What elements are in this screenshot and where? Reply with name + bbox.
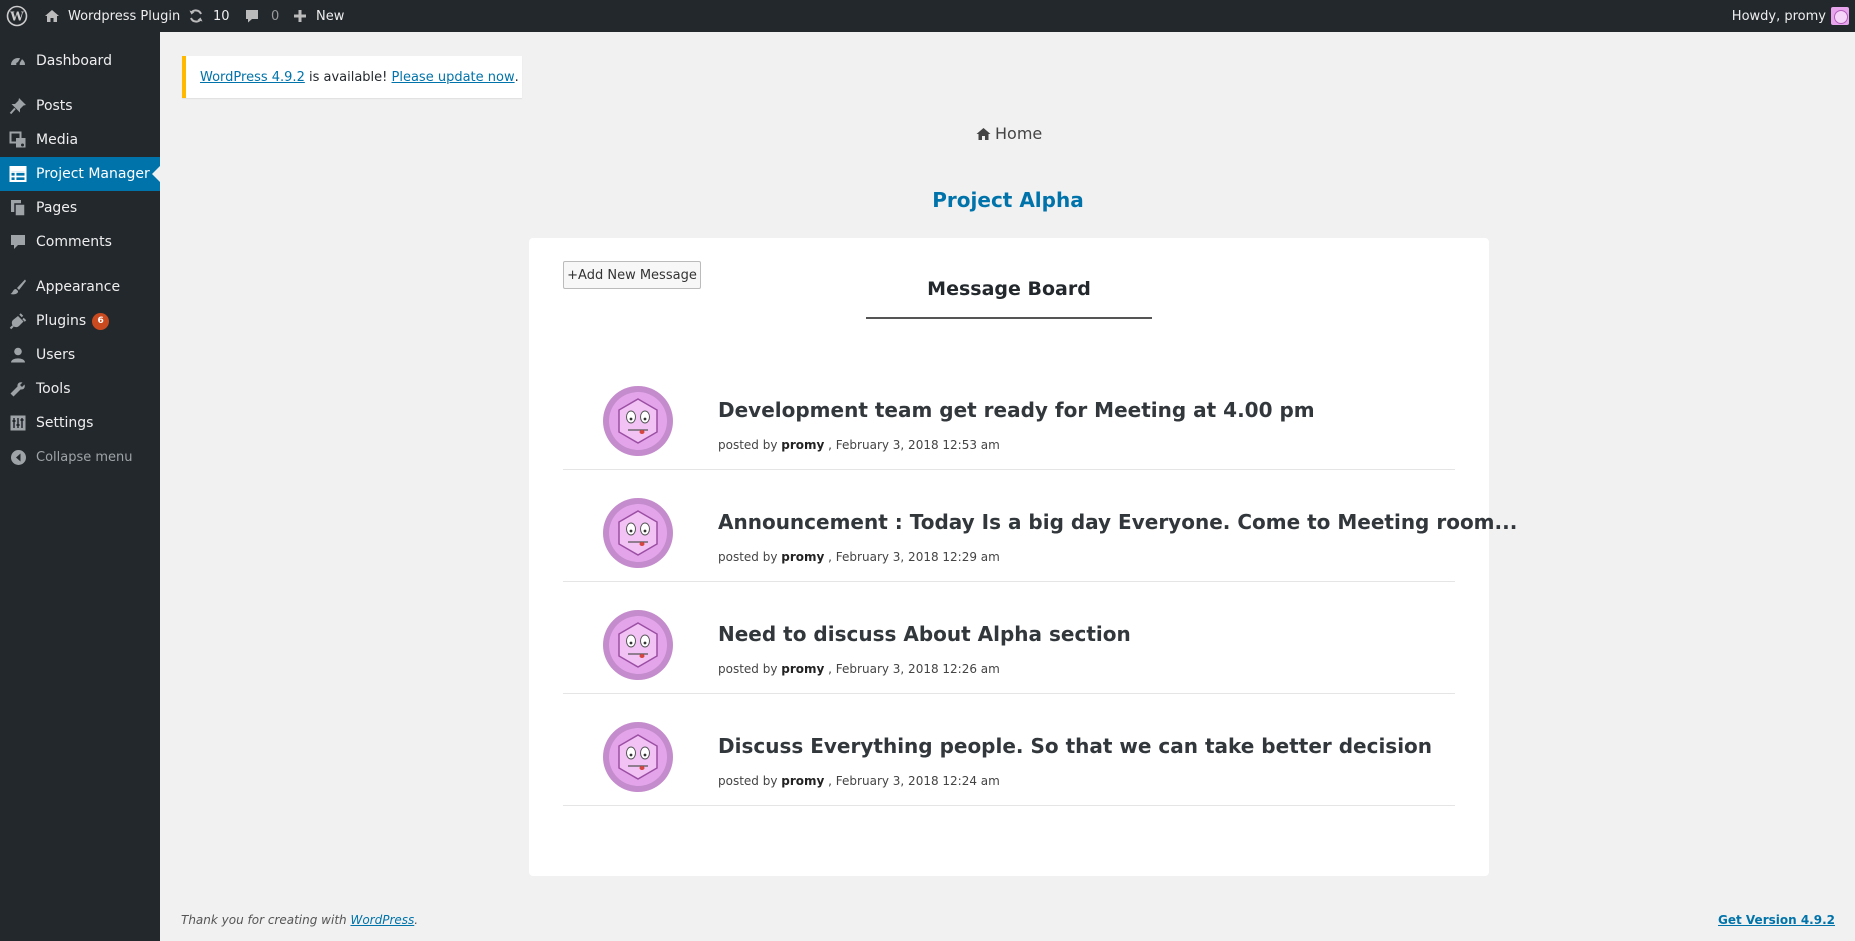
message-board-title: Message Board (927, 278, 1091, 300)
sidebar-item-posts[interactable]: Posts (0, 89, 160, 123)
comments-count: 0 (271, 8, 280, 24)
message-item[interactable]: Need to discuss About Alpha section post… (563, 582, 1455, 694)
wrench-icon (0, 380, 36, 398)
message-meta: posted by promy , February 3, 2018 12:26… (718, 662, 1000, 676)
sidebar-item-users[interactable]: Users (0, 338, 160, 372)
wordpress-link[interactable]: WordPress (350, 913, 414, 927)
message-board-card: +Add New Message Message Board Developme… (529, 238, 1517, 876)
collapse-menu-button[interactable]: Collapse menu (0, 440, 160, 474)
site-name-label: Wordpress Plugin (68, 8, 181, 24)
posted-by-label: posted by (718, 550, 778, 564)
posted-by-label: posted by (718, 438, 778, 452)
wordpress-version-link[interactable]: WordPress 4.9.2 (200, 70, 305, 85)
pin-icon (0, 97, 36, 115)
home-icon (45, 10, 59, 22)
sidebar-item-label: Collapse menu (36, 449, 133, 465)
breadcrumb-home: Home (995, 124, 1043, 143)
comments-link[interactable]: 0 (244, 0, 279, 32)
home-icon (976, 127, 991, 140)
sidebar-item-label: Project Manager (36, 166, 150, 182)
sidebar-item-label: Appearance (36, 279, 121, 295)
message-item[interactable]: Announcement : Today Is a big day Everyo… (563, 470, 1517, 582)
avatar (603, 722, 673, 792)
message-date: , February 3, 2018 12:26 am (824, 662, 1000, 676)
update-now-link[interactable]: Please update now (392, 70, 515, 85)
sidebar-item-project-manager[interactable]: Project Manager (0, 157, 160, 191)
wordpress-logo-icon[interactable]: W (6, 0, 28, 32)
message-item[interactable]: Development team get ready for Meeting a… (563, 358, 1455, 470)
admin-sidebar: Dashboard Posts Media Project Manager Pa… (0, 32, 160, 941)
sidebar-item-settings[interactable]: Settings (0, 406, 160, 440)
notice-end: . (514, 69, 519, 85)
dashboard-icon (0, 52, 36, 70)
sidebar-item-plugins[interactable]: Plugins 6 (0, 304, 160, 338)
message-meta: posted by promy , February 3, 2018 12:29… (718, 550, 1000, 564)
comment-icon (0, 233, 36, 251)
brush-icon (0, 278, 36, 296)
admin-bar: W Wordpress Plugin 10 0 New Howdy, promy (0, 0, 1855, 32)
updates-count: 10 (213, 8, 230, 24)
message-author: promy (781, 438, 825, 452)
sidebar-item-label: Tools (36, 381, 71, 397)
new-label: New (316, 8, 345, 24)
avatar (1831, 7, 1849, 25)
message-meta: posted by promy , February 3, 2018 12:53… (718, 438, 1000, 452)
avatar (603, 498, 673, 568)
sidebar-item-tools[interactable]: Tools (0, 372, 160, 406)
footer-version: Get Version 4.9.2 (1718, 913, 1835, 927)
sidebar-item-label: Comments (36, 234, 112, 250)
message-title[interactable]: Development team get ready for Meeting a… (718, 398, 1315, 422)
media-icon (0, 131, 36, 149)
message-title[interactable]: Discuss Everything people. So that we ca… (718, 734, 1432, 758)
sidebar-item-appearance[interactable]: Appearance (0, 270, 160, 304)
message-meta: posted by promy , February 3, 2018 12:24… (718, 774, 1000, 788)
greeting-label: Howdy, promy (1731, 8, 1826, 24)
message-date: , February 3, 2018 12:24 am (824, 774, 1000, 788)
update-notice: WordPress 4.9.2 is available! Please upd… (182, 56, 522, 98)
title-divider (866, 317, 1152, 319)
message-author: promy (781, 774, 825, 788)
breadcrumb[interactable]: Home (976, 124, 1042, 143)
settings-icon (0, 414, 36, 432)
message-author: promy (781, 662, 825, 676)
my-account-link[interactable]: Howdy, promy (1732, 0, 1849, 32)
avatar (603, 386, 673, 456)
updates-icon (189, 9, 203, 23)
plugins-update-badge: 6 (92, 312, 110, 330)
message-title[interactable]: Need to discuss About Alpha section (718, 622, 1131, 646)
get-version-link[interactable]: Get Version 4.9.2 (1718, 913, 1835, 927)
new-content-link[interactable]: New (293, 0, 344, 32)
page-title: Project Alpha (932, 188, 1084, 212)
message-date: , February 3, 2018 12:29 am (824, 550, 1000, 564)
message-author: promy (781, 550, 825, 564)
collapse-icon (0, 449, 36, 466)
user-icon (0, 346, 36, 364)
sidebar-item-label: Media (36, 132, 79, 148)
sidebar-item-comments[interactable]: Comments (0, 225, 160, 259)
sidebar-item-label: Plugins (36, 313, 87, 329)
sidebar-item-media[interactable]: Media (0, 123, 160, 157)
sidebar-item-label: Users (36, 347, 76, 363)
table-icon (0, 165, 36, 183)
message-title[interactable]: Announcement : Today Is a big day Everyo… (718, 510, 1517, 534)
comment-icon (246, 10, 258, 23)
updates-link[interactable]: 10 (188, 0, 230, 32)
svg-text:W: W (9, 10, 24, 24)
plug-icon (0, 312, 36, 330)
posted-by-label: posted by (718, 774, 778, 788)
sidebar-item-label: Dashboard (36, 53, 112, 69)
footer-thanks: Thank you for creating with WordPress. (181, 913, 418, 927)
sidebar-item-dashboard[interactable]: Dashboard (0, 44, 160, 78)
site-name-link[interactable]: Wordpress Plugin (44, 0, 180, 32)
footer-thanks-end: . (414, 913, 419, 927)
plus-icon (294, 10, 306, 22)
avatar (603, 610, 673, 680)
notice-text: is available! (304, 69, 392, 85)
posted-by-label: posted by (718, 662, 778, 676)
footer-thanks-text: Thank you for creating with (181, 913, 351, 927)
sidebar-item-label: Settings (36, 415, 94, 431)
message-date: , February 3, 2018 12:53 am (824, 438, 1000, 452)
sidebar-item-label: Posts (36, 98, 73, 114)
message-item[interactable]: Discuss Everything people. So that we ca… (563, 694, 1455, 806)
